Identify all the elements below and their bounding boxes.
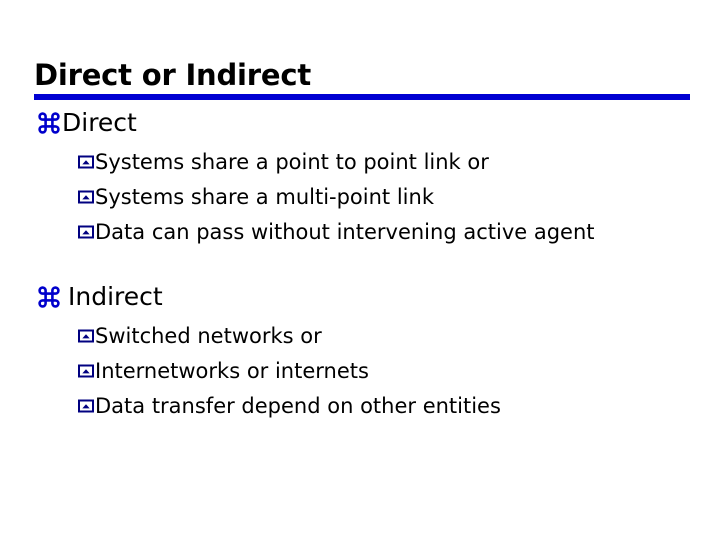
square-caret-bullet-icon (78, 363, 94, 379)
square-caret-bullet-icon (78, 154, 94, 170)
bullet-sublist: Switched networks or Internetworks or in… (0, 322, 720, 427)
section-heading-label: Indirect (68, 282, 163, 311)
list-item: Systems share a multi-point link (0, 183, 720, 218)
square-caret-bullet-icon (78, 189, 94, 205)
presentation-slide: Direct or Indirect Direct Systems share … (0, 0, 720, 540)
slide-body: Direct Systems share a point to point li… (0, 108, 720, 427)
clover-bullet-icon (38, 286, 60, 312)
list-item-label: Data can pass without intervening active… (95, 220, 595, 244)
list-item-label: Systems share a point to point link or (95, 150, 489, 174)
list-item-label: Systems share a multi-point link (95, 185, 434, 209)
list-item-label: Switched networks or (95, 324, 322, 348)
bullet-sublist: Systems share a point to point link or S… (0, 148, 720, 253)
list-item-label: Internetworks or internets (95, 359, 369, 383)
slide-title: Direct or Indirect (34, 58, 312, 92)
list-item: Data transfer depend on other entities (0, 392, 720, 427)
list-item: Data can pass without intervening active… (0, 218, 720, 253)
square-caret-bullet-icon (78, 328, 94, 344)
square-caret-bullet-icon (78, 224, 94, 240)
list-item: Systems share a point to point link or (0, 148, 720, 183)
section-heading-label: Direct (62, 108, 137, 137)
clover-bullet-icon (38, 112, 60, 138)
list-item: Internetworks or internets (0, 357, 720, 392)
title-underline-rule (34, 94, 690, 100)
list-item-label: Data transfer depend on other entities (95, 394, 501, 418)
square-caret-bullet-icon (78, 398, 94, 414)
list-item: Switched networks or (0, 322, 720, 357)
bullet-section-heading: Direct (0, 108, 720, 144)
bullet-section-heading: Indirect (0, 282, 720, 318)
